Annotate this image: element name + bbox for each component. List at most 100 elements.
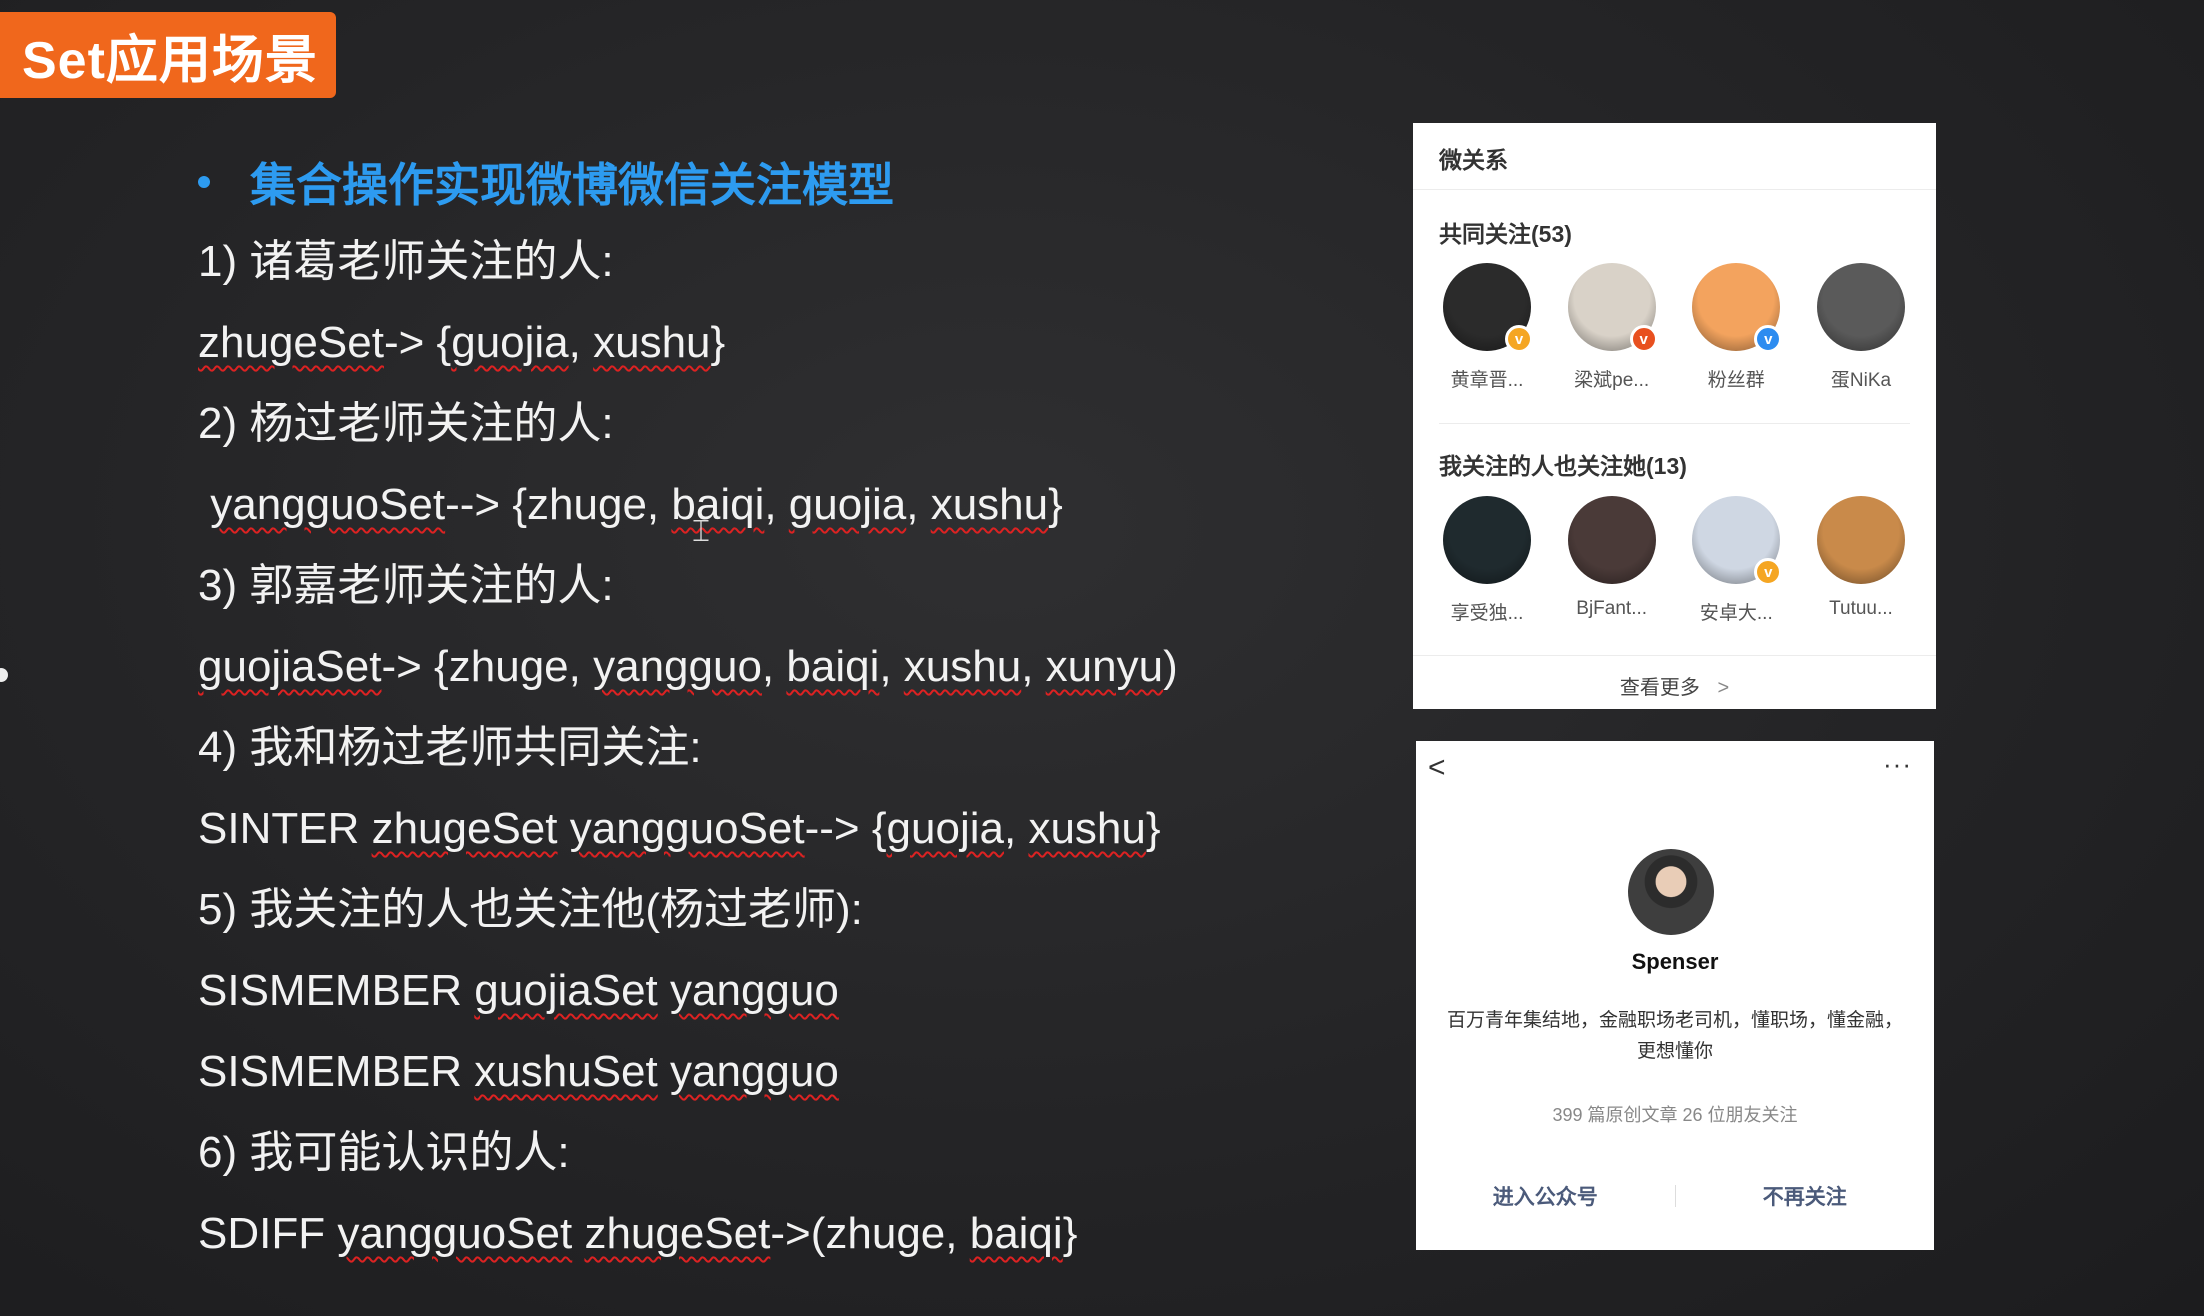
identifier-token: zhugeSet	[198, 318, 384, 367]
profile-bio: 百万青年集结地，金融职场老司机，懂职场，懂金融，更想懂你	[1446, 1010, 1903, 1062]
code-token: ,	[1021, 642, 1046, 691]
unfollow-button[interactable]: 不再关注	[1676, 1181, 1935, 1211]
text-cursor-icon: ⌶	[692, 515, 710, 548]
code-token: }	[1048, 480, 1063, 529]
user-name: 梁斌pe...	[1574, 370, 1650, 391]
verified-badge-icon: v	[1754, 558, 1783, 586]
divider	[1413, 655, 1936, 656]
divider	[1439, 423, 1910, 424]
common-follow-avatars: v 黄章晋... v 梁斌pe... v 粉丝群 蛋NiKa	[1439, 263, 1909, 392]
identifier-token: baiqi	[969, 1209, 1063, 1258]
verified-badge-icon: v	[1629, 325, 1658, 353]
code-token: -> {	[383, 318, 452, 367]
identifier-token: yangguoSet	[337, 1209, 573, 1258]
identifier-token: yangguo	[593, 642, 762, 691]
content-line: SISMEMBER xushuSet yangguo	[198, 1042, 1348, 1123]
code-token: ,	[879, 642, 904, 691]
pointer-dot-icon	[0, 668, 8, 682]
identifier-token: xushuSet	[474, 1047, 658, 1096]
user-name: 享受独...	[1450, 603, 1524, 624]
content-line: 2) 杨过老师关注的人:	[198, 399, 614, 448]
more-options-icon[interactable]: ···	[1883, 749, 1912, 780]
view-more-label: 查看更多	[1619, 677, 1700, 699]
common-follow-title: 共同关注(53)	[1439, 221, 1572, 247]
identifier-token: zhugeSet	[371, 804, 558, 853]
identifier-token: guojiaSet	[198, 642, 382, 691]
code-token: }	[710, 318, 726, 367]
code-token: ,	[764, 480, 789, 529]
chevron-right-icon: >	[1717, 677, 1730, 699]
user-avatar-item[interactable]: v 安卓大...	[1688, 496, 1784, 625]
code-token: }	[1062, 1209, 1078, 1258]
content-line: zhugeSet-> {guojia, xushu}	[198, 313, 1348, 394]
user-avatar-item[interactable]: v 粉丝群	[1688, 263, 1784, 392]
identifier-token: guojia	[886, 804, 1004, 853]
code-token: --> {	[804, 804, 887, 853]
user-avatar-item[interactable]: 蛋NiKa	[1813, 263, 1909, 392]
user-avatar-item[interactable]: BjFant...	[1564, 496, 1660, 625]
panel-title: 微关系	[1439, 147, 1508, 173]
bullet-heading-text: 集合操作实现微博微信关注模型	[250, 159, 894, 211]
verified-badge-icon: v	[1754, 325, 1783, 353]
user-avatar-item[interactable]: v 梁斌pe...	[1564, 263, 1660, 392]
code-token: SISMEMBER	[198, 1047, 475, 1096]
identifier-token: yangguoSet	[210, 480, 446, 529]
avatar: v	[1567, 263, 1658, 353]
weibo-relation-panel: 微关系 共同关注(53) v 黄章晋... v 梁斌pe... v 粉丝群 蛋NiKa 我关…	[1413, 123, 1936, 709]
verified-badge-icon: v	[1505, 325, 1533, 353]
slide-title: Set应用场景	[0, 12, 336, 98]
user-avatar-item[interactable]: v 黄章晋...	[1439, 263, 1535, 392]
profile-avatar	[1628, 849, 1714, 935]
identifier-token: baiqi	[671, 480, 765, 529]
wechat-profile-panel: < ··· Spenser 百万青年集结地，金融职场老司机，懂职场，懂金融，更想…	[1416, 741, 1934, 1250]
identifier-token: xushu	[593, 318, 711, 367]
identifier-token: xunyu	[1045, 642, 1164, 691]
code-token: SINTER	[198, 804, 372, 853]
code-token: -> {zhuge,	[381, 642, 594, 691]
view-more-button[interactable]: 查看更多 >	[1413, 671, 1936, 700]
profile-actions: 进入公众号 不再关注	[1416, 1181, 1934, 1211]
identifier-token: guojia	[451, 318, 569, 367]
avatar	[1816, 263, 1905, 351]
also-follow-title: 我关注的人也关注她(13)	[1439, 453, 1687, 479]
bullet-dot-icon	[198, 176, 210, 188]
bullet-heading: 集合操作实现微博微信关注模型	[198, 150, 894, 214]
code-token: SDIFF	[198, 1209, 338, 1258]
profile-name: Spenser	[1631, 949, 1719, 974]
identifier-token: yangguoSet	[569, 804, 805, 853]
user-name: 粉丝群	[1707, 370, 1765, 391]
code-token: --> {zhuge,	[445, 480, 672, 529]
content-line: SDIFF yangguoSet zhugeSet->(zhuge, baiqi…	[198, 1204, 1348, 1285]
code-token: ,	[906, 480, 931, 529]
code-token: ,	[568, 318, 594, 367]
avatar: v	[1692, 496, 1783, 586]
avatar: v	[1692, 263, 1783, 353]
user-name: 蛋NiKa	[1830, 370, 1892, 391]
user-name: Tutuu...	[1829, 598, 1893, 619]
code-token: )	[1163, 642, 1178, 691]
user-name: 安卓大...	[1699, 603, 1773, 624]
user-avatar-item[interactable]: 享受独...	[1439, 496, 1535, 625]
identifier-token: xushu	[903, 642, 1022, 691]
identifier-token: xushu	[1028, 804, 1146, 853]
user-avatar-item[interactable]: Tutuu...	[1813, 496, 1909, 625]
back-chevron-icon[interactable]: <	[1428, 751, 1446, 785]
code-token: ,	[761, 642, 787, 691]
identifier-token: yangguo	[669, 1047, 839, 1096]
avatar	[1567, 496, 1656, 584]
identifier-token: guojiaSet	[474, 966, 658, 1015]
profile-stats: 399 篇原创文章 26 位朋友关注	[1552, 1105, 1798, 1125]
identifier-token: zhugeSet	[584, 1209, 771, 1258]
identifier-token: guojia	[788, 480, 907, 529]
content-line: SISMEMBER guojiaSet yangguo	[198, 961, 1348, 1042]
identifier-token: xushu	[930, 480, 1049, 529]
identifier-token: yangguo	[670, 966, 839, 1015]
enter-account-button[interactable]: 进入公众号	[1416, 1181, 1675, 1211]
content-line: 1) 诸葛老师关注的人:	[198, 237, 614, 286]
user-name: 黄章晋...	[1450, 370, 1524, 391]
